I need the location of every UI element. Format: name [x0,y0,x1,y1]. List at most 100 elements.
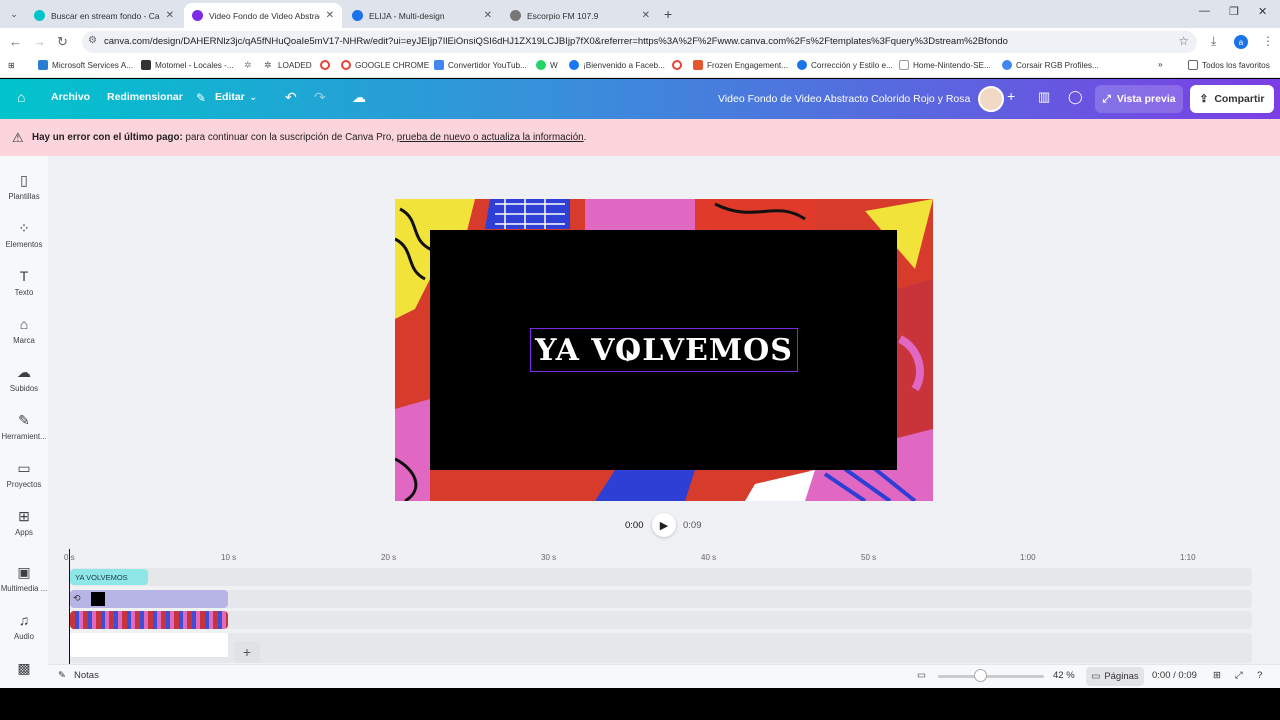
close-tab-icon[interactable]: ✕ [642,10,650,21]
sidebar-item-apps[interactable]: ⊞ Apps [0,507,48,537]
update-payment-link[interactable]: prueba de nuevo o actualiza la informaci… [397,132,584,143]
sidebar-item-text[interactable]: T Texto [0,267,48,297]
bookmark-item[interactable] [320,60,334,70]
ruler-label: 20 s [381,553,397,562]
bookmark-item[interactable]: Microsoft Services A... [38,60,133,70]
resize-button[interactable]: Redimensionar [107,91,183,103]
bookmark-item[interactable]: Motomel - Locales -... [141,60,234,70]
minimize-icon[interactable]: — [1199,5,1210,17]
play-button[interactable]: ▶ [652,513,676,537]
sidebar-item-brand[interactable]: ⌂ Marca [0,315,48,345]
bookmarks-bar: ⊞ Microsoft Services A... Motomel - Loca… [0,56,1280,78]
sidebar-item-templates[interactable]: ▯ Plantillas [0,171,48,201]
zoom-slider[interactable] [938,675,1044,678]
bookmark-item[interactable] [672,60,686,70]
grid-view-icon[interactable]: ⊞ [1213,670,1221,681]
more-bookmarks-icon[interactable]: » [1158,60,1163,69]
forward-icon[interactable]: → [33,34,46,49]
share-button[interactable]: ⇪ Compartir [1190,85,1274,113]
chevron-down-icon[interactable]: ⌄ [249,92,257,103]
browser-tab[interactable]: Escorpio FM 107.9 ✕ [502,3,658,28]
close-tab-icon[interactable]: ✕ [326,10,334,21]
close-window-icon[interactable]: ✕ [1258,5,1267,18]
browser-menu-icon[interactable]: ⋮ [1262,34,1274,48]
maximize-icon[interactable]: ❐ [1229,5,1239,18]
profile-avatar[interactable]: a [1234,35,1248,49]
bookmark-star-icon[interactable]: ☆ [1178,34,1189,48]
close-tab-icon[interactable]: ✕ [166,10,174,21]
user-avatar[interactable] [978,86,1004,112]
bookmark-item[interactable]: Corsair RGB Profiles... [1002,60,1099,70]
animation-icon: ⟲ [73,593,81,603]
google-icon [341,60,351,70]
preview-button[interactable]: ⤢ Vista previa [1095,85,1183,113]
design-title[interactable]: Video Fondo de Video Abstracto Colorido … [718,93,970,105]
canva-favicon-icon [192,10,203,21]
bookmark-item[interactable]: Corrección y Estilo e... [797,60,893,70]
download-icon[interactable]: ⤓ [1211,34,1216,49]
back-icon[interactable]: ← [9,34,22,49]
site-settings-icon[interactable]: ⚙ [88,35,97,46]
left-sidebar: ▯ Plantillas ⁘ Elementos T Texto ⌂ Marca… [0,156,48,688]
correction-icon [797,60,807,70]
bookmark-item[interactable]: Frozen Engagement... [693,60,788,70]
all-favorites[interactable]: Todos los favoritos [1188,60,1270,70]
bookmark-item[interactable]: ✲ [244,60,258,70]
redo-icon[interactable]: ↷ [314,89,326,106]
text-clip[interactable]: YA VOLVEMOS [70,569,148,585]
bookmark-item[interactable]: GOOGLE CHROME [341,60,429,70]
undo-icon[interactable]: ↶ [285,89,297,106]
add-collaborator-icon[interactable]: + [1007,88,1015,104]
url-field[interactable]: ⚙ canva.com/design/DAHERNlz3jc/qA5fNHuQo… [82,31,1197,53]
insights-chart-icon[interactable]: ▥ [1038,89,1050,105]
pages-button[interactable]: ▭ Páginas [1086,667,1144,686]
help-icon[interactable]: ? [1257,670,1262,681]
browser-tab-bar: ⌄ Buscar en stream fondo - Canva ✕ Video… [0,0,1280,28]
sidebar-item-elements[interactable]: ⁘ Elementos [0,219,48,249]
archivo-menu[interactable]: Archivo [51,91,90,103]
bookmark-item[interactable]: Home-Nintendo-SE... [899,60,991,70]
reload-icon[interactable]: ↻ [57,34,68,50]
design-canvas[interactable]: YA VOLVEMOS [395,199,933,501]
playhead[interactable] [69,549,70,665]
payment-error-banner: ⚠ Hay un error con el último pago: para … [0,119,1280,156]
youtube-converter-icon [434,60,444,70]
comment-icon[interactable]: ◯ [1068,89,1083,105]
zoom-level[interactable]: 42 % [1053,670,1075,681]
bookmark-icon: ✲ [244,60,252,70]
bookmark-item[interactable]: Convertidor YouTub... [434,60,527,70]
sidebar-item-media[interactable]: ▣ Multimedia ... [0,563,48,593]
sidebar-item-audio[interactable]: ♫ Audio [0,611,48,641]
browser-tab-active[interactable]: Video Fondo de Video Abstracto ✕ [184,3,342,28]
home-icon[interactable]: ⌂ [17,89,25,105]
browser-tab[interactable]: Buscar en stream fondo - Canva ✕ [26,3,182,28]
sidebar-item-more[interactable]: ▩ [0,659,48,677]
page-clip[interactable] [70,633,228,657]
tab-search-chevron-icon[interactable]: ⌄ [6,6,22,22]
nintendo-icon [899,60,909,70]
bookmark-item[interactable]: ✲ LOADED [264,60,312,70]
video-clip[interactable] [70,611,228,629]
add-page-button[interactable]: + [234,641,260,663]
notes-button[interactable]: Notas [74,670,99,681]
bottom-bar: ✎ Notas ▭ 42 % ▭ Páginas 0:00 / 0:09 ⊞ ⤢… [48,664,1280,688]
browser-tab[interactable]: ELIJA - Multi-design ✕ [344,3,500,28]
bookmark-item[interactable]: ¡Bienvenido a Faceb... [569,60,665,70]
ruler-label: 50 s [861,553,877,562]
sidebar-item-uploads[interactable]: ☁ Subidos [0,363,48,393]
close-tab-icon[interactable]: ✕ [484,10,492,21]
zoom-slider-knob[interactable] [974,669,987,682]
shape-clip[interactable]: ⟲ [70,590,228,608]
cloud-save-icon[interactable]: ☁ [352,89,366,106]
headline-text-box[interactable]: YA VOLVEMOS [530,328,798,372]
new-tab-button[interactable]: + [664,6,672,22]
sidebar-item-projects[interactable]: ▭ Proyectos [0,459,48,489]
fullscreen-icon[interactable]: ⤢ [1235,670,1243,681]
ruler-label: 10 s [221,553,237,562]
fit-screen-icon[interactable]: ▭ [917,670,926,681]
media-icon: ▣ [17,564,31,580]
sidebar-item-tools[interactable]: ✎ Herramient... [0,411,48,441]
apps-grid-icon[interactable]: ⊞ [8,60,15,70]
edit-menu[interactable]: Editar [215,91,245,103]
bookmark-item[interactable]: W [536,60,558,70]
